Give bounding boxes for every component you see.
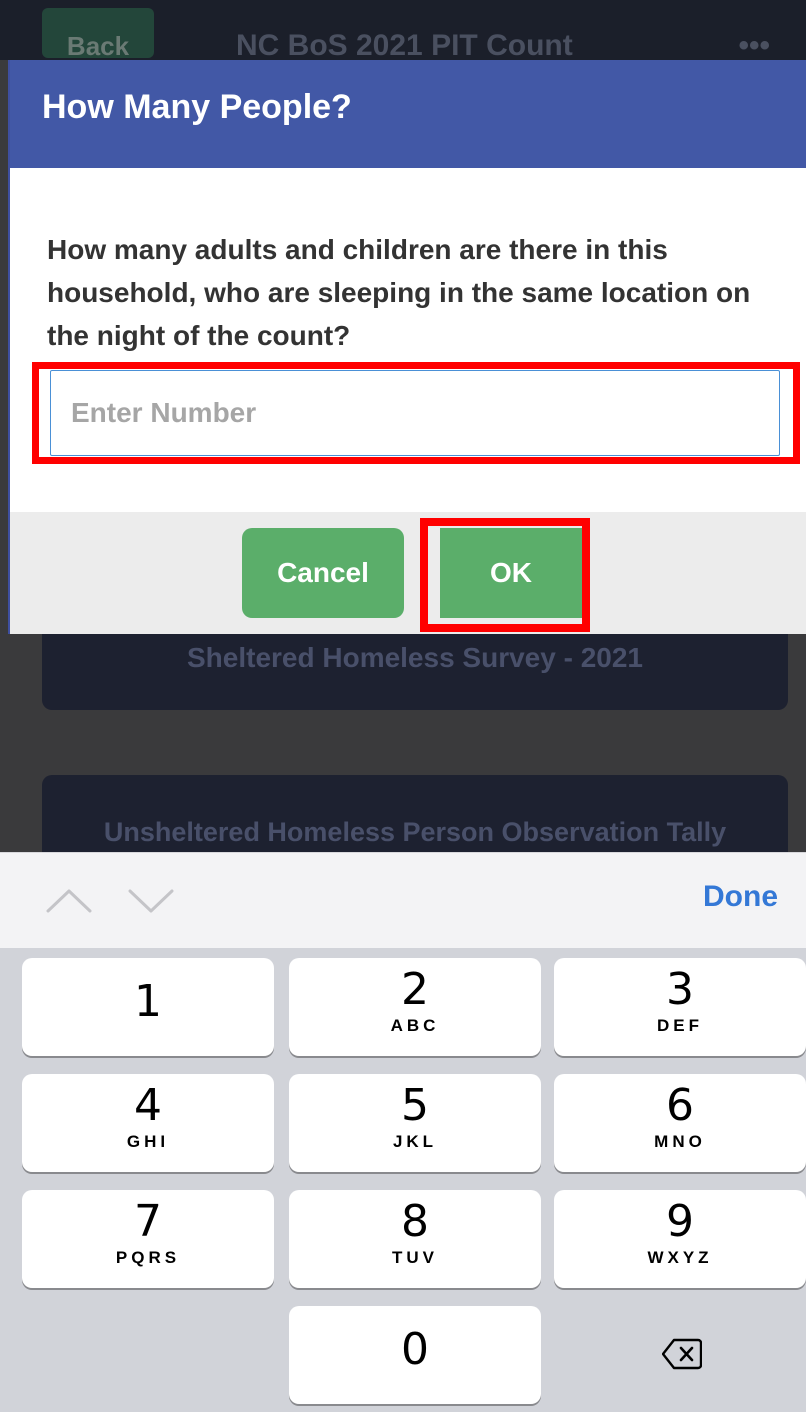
key-letters: JKL (392, 1132, 438, 1151)
key-9[interactable]: 9 WXYZ (554, 1190, 806, 1288)
key-digit: 4 (134, 1080, 162, 1131)
key-digit: 3 (666, 964, 694, 1015)
dialog-title: How Many People? (42, 88, 352, 126)
dialog-question: How many adults and children are there i… (47, 234, 751, 351)
key-letters: TUV (392, 1248, 438, 1267)
chevron-up-icon[interactable] (44, 875, 94, 925)
app-header: Back NC BoS 2021 PIT Count ••• (0, 0, 806, 60)
number-input[interactable] (50, 370, 780, 456)
key-0[interactable]: 0 (289, 1306, 541, 1404)
key-digit: 2 (401, 964, 429, 1015)
keyboard-accessory-bar: Done (0, 852, 806, 949)
numeric-keypad: 1 2 ABC 3 DEF 4 GHI 5 JKL 6 MNO 7 PQRS 8… (0, 948, 806, 1412)
back-button: Back (42, 8, 154, 58)
key-3[interactable]: 3 DEF (554, 958, 806, 1056)
key-digit: 6 (666, 1080, 694, 1131)
key-letters: GHI (126, 1132, 170, 1151)
survey-card-label: Sheltered Homeless Survey - 2021 (186, 642, 643, 673)
key-1[interactable]: 1 (22, 958, 274, 1056)
key-letters: ABC (390, 1016, 440, 1035)
key-digit: 9 (666, 1196, 694, 1247)
chevron-down-icon[interactable] (126, 875, 176, 925)
key-digit: 5 (401, 1080, 429, 1131)
key-5[interactable]: 5 JKL (289, 1074, 541, 1172)
key-digit: 8 (401, 1196, 429, 1247)
how-many-people-dialog: How Many People? How many adults and chi… (10, 60, 806, 634)
key-4[interactable]: 4 GHI (22, 1074, 274, 1172)
dialog-footer (10, 512, 806, 634)
cancel-button[interactable]: Cancel (242, 528, 404, 618)
key-digit: 7 (134, 1196, 162, 1247)
key-6[interactable]: 6 MNO (554, 1074, 806, 1172)
more-menu-icon: ••• (738, 29, 770, 58)
done-button[interactable]: Done (697, 879, 784, 915)
backspace-key[interactable] (554, 1306, 806, 1404)
key-digit: 0 (401, 1324, 429, 1375)
key-2[interactable]: 2 ABC (289, 958, 541, 1056)
key-digit: 1 (134, 976, 162, 1027)
key-letters: PQRS (115, 1248, 181, 1267)
dialog-header: How Many People? (10, 60, 806, 168)
app-title: NC BoS 2021 PIT Count (236, 29, 573, 58)
backspace-icon (662, 1338, 702, 1370)
ok-button[interactable]: OK (440, 528, 582, 618)
key-letters: WXYZ (647, 1248, 713, 1267)
survey-card-label: Unsheltered Homeless Person Observation … (103, 817, 727, 847)
key-letters: MNO (654, 1132, 706, 1151)
key-7[interactable]: 7 PQRS (22, 1190, 274, 1288)
key-letters: DEF (657, 1016, 703, 1035)
key-8[interactable]: 8 TUV (289, 1190, 541, 1288)
